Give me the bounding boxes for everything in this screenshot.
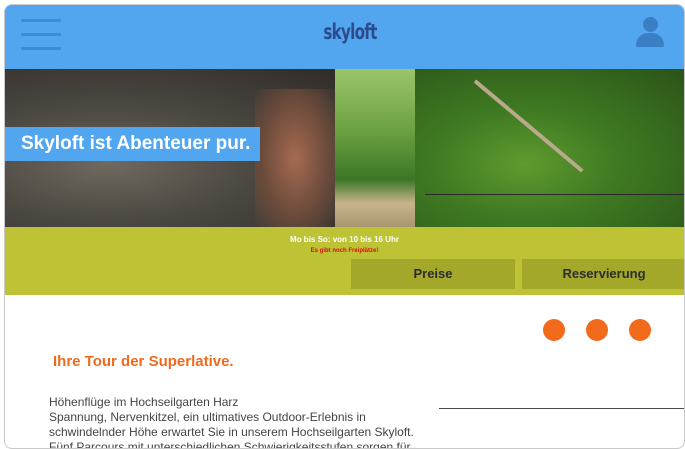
opening-hours: Mo bis So: von 10 bis 16 Uhr bbox=[290, 235, 399, 244]
intro-line: Höhenflüge im Hochseilgarten Harz bbox=[49, 395, 239, 409]
intro-line: schwindelnder Höhe erwartet Sie in unser… bbox=[49, 425, 414, 439]
logo[interactable]: skyloft bbox=[318, 20, 383, 44]
user-icon[interactable] bbox=[636, 17, 664, 49]
intro-line: Fünf Parcours mit unterschiedlichen Schw… bbox=[49, 440, 411, 449]
availability-notice: Es gibt noch Freiplätze! bbox=[310, 248, 379, 254]
app-frame: skyloft Skyloft ist Abenteuer pur. Mo bi… bbox=[4, 4, 685, 449]
intro-line: Spannung, Nervenkitzel, ein ultimatives … bbox=[49, 410, 366, 424]
hero-tagline: Skyloft ist Abenteuer pur. bbox=[5, 127, 261, 161]
slider-dot[interactable] bbox=[543, 319, 565, 341]
section-title: Ihre Tour der Superlative. bbox=[53, 353, 234, 370]
header: skyloft bbox=[5, 5, 684, 69]
slider-dot[interactable] bbox=[629, 319, 651, 341]
prices-button[interactable]: Preise bbox=[351, 259, 515, 289]
reservation-button[interactable]: Reservierung bbox=[522, 259, 684, 289]
slider-dot[interactable] bbox=[586, 319, 608, 341]
intro-text: Höhenflüge im Hochseilgarten Harz Spannu… bbox=[49, 395, 459, 449]
hamburger-menu-icon[interactable] bbox=[21, 19, 61, 51]
divider bbox=[439, 408, 684, 409]
